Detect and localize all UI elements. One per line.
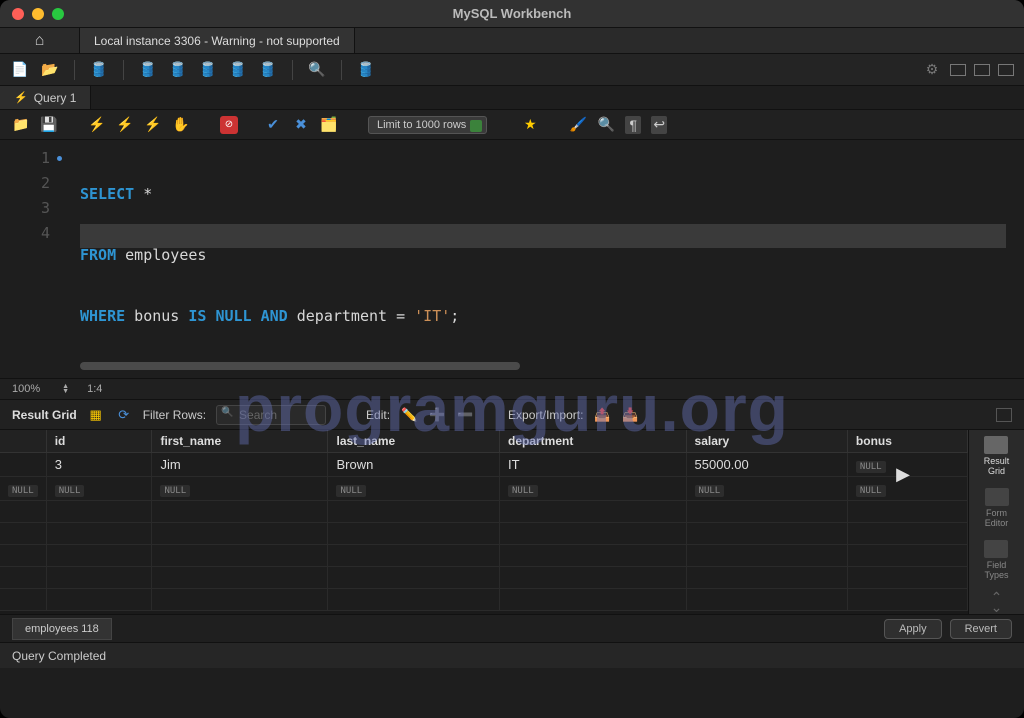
row-limit-label: Limit to 1000 rows (377, 119, 466, 131)
explain-icon[interactable]: ⚡ (144, 116, 162, 134)
horizontal-scrollbar[interactable] (80, 362, 520, 370)
autocommit-icon[interactable]: 🗂️ (320, 116, 338, 134)
grid-row[interactable] (0, 589, 968, 611)
app-title: MySQL Workbench (0, 6, 1024, 21)
grid-sidebar: Result Grid Form Editor Field Types ⌃⌄ (968, 430, 1024, 614)
filter-rows-input[interactable]: Search (216, 405, 326, 425)
db-icon-5[interactable]: 🛢️ (258, 60, 278, 80)
line-gutter: 1 2 3 4 (0, 140, 60, 378)
connection-tabs: ⌂ Local instance 3306 - Warning - not su… (0, 28, 1024, 54)
grid-header[interactable]: salary (686, 430, 847, 453)
word-wrap-icon[interactable]: ↩ (651, 116, 667, 134)
execute-icon[interactable]: ⚡ (88, 116, 106, 134)
reconnect-icon[interactable]: 🛢️ (356, 60, 376, 80)
search-db-icon[interactable]: 🔍 (307, 60, 327, 80)
line-number: 3 (0, 196, 50, 221)
status-text: Query Completed (12, 649, 106, 663)
result-grid-icon (984, 436, 1008, 454)
grid-row[interactable] (0, 523, 968, 545)
right-pane-toggle[interactable] (998, 64, 1014, 76)
db-icon-4[interactable]: 🛢️ (228, 60, 248, 80)
current-line-highlight (80, 224, 1006, 248)
query-tabs: ⚡ Query 1 (0, 86, 1024, 110)
new-sql-file-icon[interactable]: 📄 (10, 60, 30, 80)
connection-tab-label: Local instance 3306 - Warning - not supp… (94, 34, 340, 48)
find-icon[interactable]: 🔍 (597, 116, 615, 134)
grid-row[interactable]: NULL NULL NULL NULL NULL NULL NULL (0, 477, 968, 501)
result-grid-label: Result Grid (12, 408, 77, 422)
db-icon-2[interactable]: 🛢️ (168, 60, 188, 80)
invisible-chars-icon[interactable]: ¶ (625, 116, 641, 134)
open-sql-file-icon[interactable]: 📂 (40, 60, 60, 80)
grid-header[interactable]: department (499, 430, 686, 453)
result-grid-tab[interactable]: Result Grid (984, 436, 1010, 476)
zoom-stepper[interactable]: ▲▼ (62, 384, 69, 394)
connection-tab[interactable]: Local instance 3306 - Warning - not supp… (80, 28, 355, 53)
next-pane-arrow[interactable]: ▶ (896, 464, 910, 485)
stop-icon[interactable]: ✋ (172, 116, 190, 134)
home-icon: ⌂ (35, 32, 45, 50)
grid-row[interactable]: 3 Jim Brown IT 55000.00 NULL (0, 453, 968, 477)
line-number: 4 (0, 221, 50, 246)
open-file-icon[interactable]: 📁 (12, 116, 30, 134)
grid-header[interactable]: last_name (328, 430, 500, 453)
grid-cell[interactable]: IT (499, 453, 686, 477)
status-bar: Query Completed (0, 642, 1024, 668)
rollback-icon[interactable]: ✖ (292, 116, 310, 134)
result-tab[interactable]: employees 118 (12, 618, 112, 640)
bottom-tabs-bar: employees 118 Apply Revert (0, 614, 1024, 642)
db-icon-1[interactable]: 🛢️ (138, 60, 158, 80)
sidebar-scroll-arrows[interactable]: ⌃⌄ (991, 592, 1003, 612)
line-number: 1 (0, 146, 50, 171)
grid-header-row: id first_name last_name department salar… (0, 430, 968, 453)
save-file-icon[interactable]: 💾 (40, 116, 58, 134)
execute-current-icon[interactable]: ⚡ (116, 116, 134, 134)
gear-icon[interactable]: ⚙ (922, 60, 942, 80)
inspector-icon[interactable]: 🛢️ (89, 60, 109, 80)
left-pane-toggle[interactable] (950, 64, 966, 76)
result-grid[interactable]: id first_name last_name department salar… (0, 430, 968, 614)
grid-header[interactable] (0, 430, 46, 453)
row-limit-select[interactable]: Limit to 1000 rows (368, 116, 487, 134)
form-editor-tab[interactable]: Form Editor (985, 488, 1009, 528)
grid-header[interactable]: first_name (152, 430, 328, 453)
query-tab-1[interactable]: ⚡ Query 1 (0, 86, 91, 109)
apply-button[interactable]: Apply (884, 619, 942, 639)
main-toolbar: 📄 📂 🛢️ 🛢️ 🛢️ 🛢️ 🛢️ 🛢️ 🔍 🛢️ ⚙ (0, 54, 1024, 86)
grid-row[interactable] (0, 545, 968, 567)
grid-row[interactable] (0, 567, 968, 589)
bottom-pane-toggle[interactable] (974, 64, 990, 76)
field-types-icon (984, 540, 1008, 558)
bolt-icon: ⚡ (14, 91, 28, 104)
add-snippet-icon[interactable]: ★ (521, 116, 539, 134)
query-tab-label: Query 1 (34, 91, 77, 105)
grid-cell[interactable]: Jim (152, 453, 328, 477)
zoom-percent: 100% (12, 383, 40, 395)
titlebar: MySQL Workbench (0, 0, 1024, 28)
grid-cell[interactable]: 55000.00 (686, 453, 847, 477)
beautify-icon[interactable]: 🖌️ (569, 116, 587, 134)
grid-header[interactable]: id (46, 430, 152, 453)
form-editor-icon (985, 488, 1009, 506)
db-icon-3[interactable]: 🛢️ (198, 60, 218, 80)
code-area[interactable]: SELECT * FROM employees WHERE bonus IS N… (60, 140, 1024, 378)
commit-icon[interactable]: ✔ (264, 116, 282, 134)
home-tab[interactable]: ⌂ (0, 28, 80, 53)
sql-editor[interactable]: 1 2 3 4 SELECT * FROM employees WHERE bo… (0, 140, 1024, 378)
no-limit-icon[interactable]: ⊘ (220, 116, 238, 134)
revert-button[interactable]: Revert (950, 619, 1012, 639)
field-types-tab[interactable]: Field Types (984, 540, 1008, 580)
grid-row[interactable] (0, 501, 968, 523)
grid-cell[interactable]: Brown (328, 453, 500, 477)
grid-header[interactable]: bonus (847, 430, 967, 453)
grid-cell[interactable]: 3 (46, 453, 152, 477)
line-number: 2 (0, 171, 50, 196)
editor-toolbar: 📁 💾 ⚡ ⚡ ⚡ ✋ ⊘ ✔ ✖ 🗂️ Limit to 1000 rows … (0, 110, 1024, 140)
